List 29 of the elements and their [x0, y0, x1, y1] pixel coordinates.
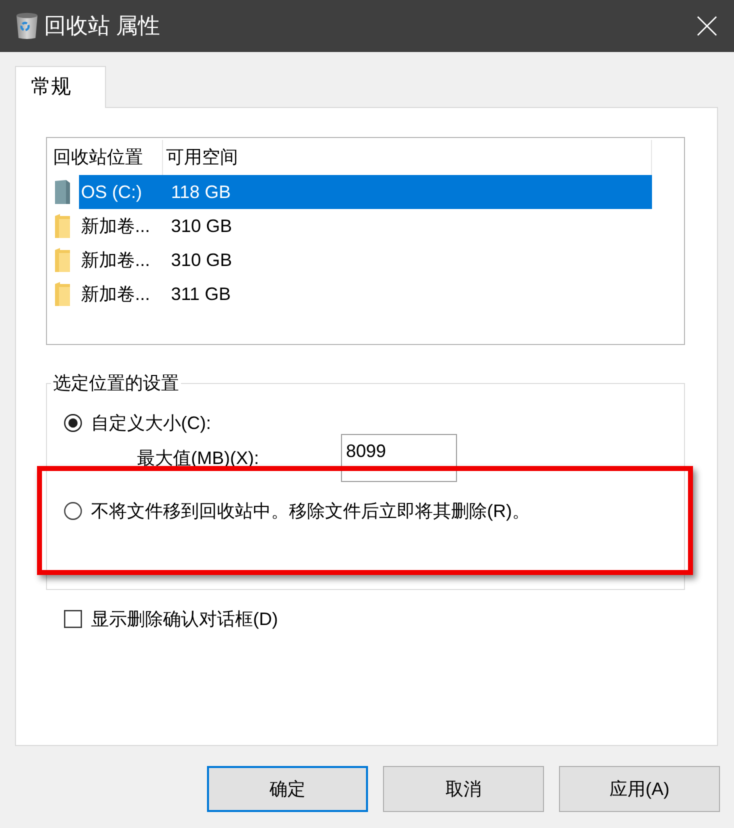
free-space-cell[interactable]: 118 GB	[163, 175, 652, 209]
folder-icon	[55, 214, 70, 238]
folder-icon	[55, 248, 70, 272]
drive-name-cell[interactable]: OS (C:)	[79, 175, 163, 209]
free-space-cell[interactable]: 310 GB	[163, 209, 652, 243]
max-size-label: 最大值(MB)(X):	[137, 447, 260, 469]
dialog-button[interactable]: 取消	[383, 766, 544, 812]
drive-name-cell[interactable]: 新加卷...	[79, 277, 163, 311]
free-space-cell[interactable]: 311 GB	[163, 277, 652, 311]
drive-name-cell[interactable]: 新加卷...	[79, 209, 163, 243]
tab[interactable]: 常规	[15, 66, 106, 108]
recycle-bin-icon	[16, 12, 38, 40]
drive-icon	[55, 180, 70, 204]
window-title: 回收站 属性	[44, 12, 160, 40]
free-space-cell[interactable]: 310 GB	[163, 243, 652, 277]
checkbox-label[interactable]: 显示删除确认对话框(D)	[91, 608, 278, 630]
column-header[interactable]: 可用空间	[163, 140, 652, 175]
group-title: 选定位置的设置	[52, 372, 180, 394]
radio-button[interactable]	[64, 414, 82, 432]
close-icon[interactable]	[697, 16, 717, 36]
radio-label[interactable]: 自定义大小(C):	[91, 412, 211, 434]
folder-icon	[55, 282, 70, 306]
dialog-button[interactable]: 应用(A)	[559, 766, 720, 812]
drive-name-cell[interactable]: 新加卷...	[79, 243, 163, 277]
max-size-field[interactable]: 8099	[341, 434, 457, 482]
radio-label[interactable]: 不将文件移到回收站中。移除文件后立即将其删除(R)。	[91, 500, 530, 522]
dialog-button[interactable]: 确定	[207, 766, 368, 812]
radio-button[interactable]	[64, 502, 82, 520]
checkbox[interactable]	[64, 610, 82, 628]
